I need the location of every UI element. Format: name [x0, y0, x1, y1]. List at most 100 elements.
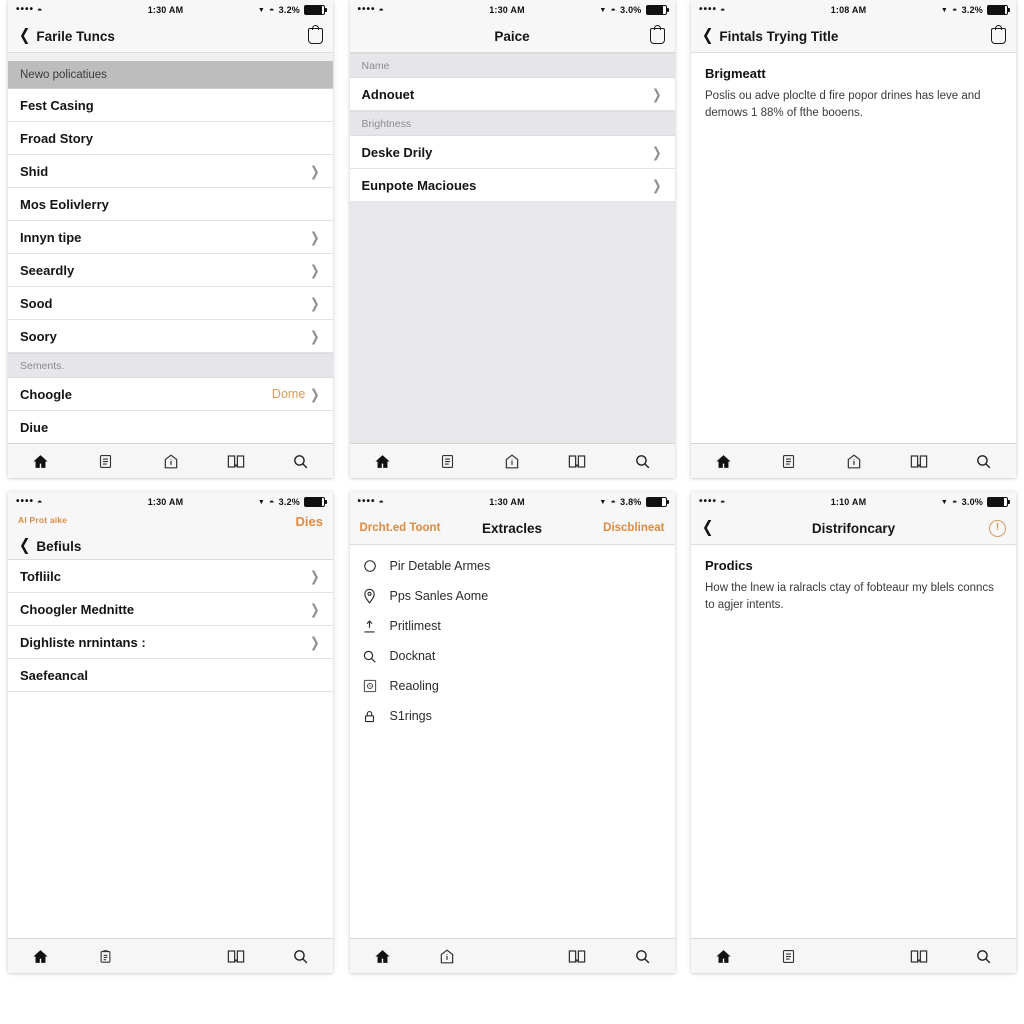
list-item[interactable]: Tofliilc ❯: [8, 560, 333, 593]
bag-button[interactable]: [649, 25, 665, 44]
list-item[interactable]: Docknat: [349, 641, 675, 671]
tab-bar: [8, 938, 333, 973]
chevron-down-icon: ▼: [257, 498, 266, 506]
page-title: Fintals Trying Title: [719, 28, 839, 44]
book-tab[interactable]: [203, 949, 268, 964]
cancel-button[interactable]: Drcht.ed Toont: [360, 522, 441, 534]
list-item[interactable]: Fest Casing: [8, 89, 333, 122]
list-item[interactable]: Mos Eolivlerry: [8, 188, 333, 221]
info-tab[interactable]: [415, 948, 480, 965]
book-tab[interactable]: [886, 454, 951, 469]
list-item[interactable]: Pir Detable Armes: [349, 551, 675, 581]
list-item[interactable]: Adnouet ❯: [349, 78, 675, 111]
list-item[interactable]: Pps Sanles Aome: [349, 581, 675, 611]
info-tab[interactable]: [480, 453, 545, 470]
status-left: •••• ◓: [699, 497, 789, 507]
nav-bar: ❮ Distrifoncary !: [691, 512, 1016, 545]
list-item[interactable]: Shid ❯: [8, 155, 333, 188]
list-item-label: Pritlimest: [389, 619, 441, 633]
search-tab[interactable]: [951, 453, 1016, 470]
status-left: •••• ◓: [358, 497, 448, 507]
circle-info-icon: !: [989, 519, 1006, 537]
list-item[interactable]: S1rings: [349, 701, 675, 731]
back-button[interactable]: ❮: [701, 520, 714, 536]
home-tab[interactable]: [350, 453, 415, 470]
content-area: Brigmeatt Poslis ou adve ploclte d fire …: [691, 53, 1016, 443]
list-item[interactable]: Saefeancal: [8, 659, 333, 692]
search-tab[interactable]: [268, 453, 333, 470]
back-button[interactable]: ❮ Befiuls: [18, 538, 81, 554]
status-time: 1:30 AM: [489, 497, 525, 507]
confirm-button[interactable]: Discblineat: [603, 522, 664, 534]
done-button[interactable]: Dies: [296, 514, 323, 529]
info-tab[interactable]: [138, 453, 203, 470]
bag-button[interactable]: [991, 25, 1006, 44]
phone-screen-1: •••• ◓ 1:30 AM ▼ ◓ 3.2% ❮ Farile Tuncs N…: [8, 0, 333, 478]
status-left: •••• ◓: [16, 497, 106, 507]
list-item[interactable]: Sood ❯: [8, 287, 333, 320]
battery-icon: [304, 497, 327, 507]
back-button[interactable]: ❮ Farile Tuncs: [18, 28, 115, 44]
status-right: ▼ ◓ 3.0%: [567, 5, 669, 15]
list-item-label: Diue: [20, 419, 49, 435]
list-item[interactable]: Seeardly ❯: [8, 254, 333, 287]
search-tab[interactable]: [268, 948, 333, 965]
home-tab[interactable]: [8, 453, 73, 470]
list-item-label: Eunpote Macioues: [361, 177, 477, 193]
tab-bar: [691, 938, 1016, 973]
chevron-right-icon: ❯: [310, 162, 320, 179]
book-tab[interactable]: [886, 949, 951, 964]
screenshot-grid: •••• ◓ 1:30 AM ▼ ◓ 3.2% ❮ Farile Tuncs N…: [0, 0, 1024, 1024]
search-tab[interactable]: [951, 948, 1016, 965]
home-tab[interactable]: [691, 453, 756, 470]
page-title: Paice: [494, 28, 530, 44]
list-item-label: Reaoling: [389, 679, 439, 693]
search-tab[interactable]: [610, 948, 675, 965]
article-body: How the lnew ia ralracls ctay of fobteau…: [705, 582, 994, 611]
list-item[interactable]: Deske Drily ❯: [349, 136, 675, 169]
list-item[interactable]: Innyn tipe ❯: [8, 221, 333, 254]
chevron-right-icon: ❯: [310, 385, 320, 402]
book-tab[interactable]: [545, 454, 610, 469]
home-tab[interactable]: [8, 948, 73, 965]
bag-button[interactable]: [308, 25, 323, 44]
book-tab[interactable]: [545, 949, 610, 964]
status-bar: •••• ◓ 1:30 AM ▼ ◓ 3.2%: [8, 0, 333, 20]
chevron-right-icon: ❯: [310, 327, 320, 344]
phone-screen-6: •••• ◓ 1:10 AM ▼ ◓ 3.0% ❮ Distrifoncary …: [691, 492, 1016, 973]
list-tab[interactable]: [415, 453, 480, 470]
list-item[interactable]: Reaoling: [349, 671, 675, 701]
list-item[interactable]: Dighliste nrnintans : ❯: [8, 626, 333, 659]
list-item[interactable]: Diue: [8, 411, 333, 443]
info-tab[interactable]: [821, 453, 886, 470]
list-item[interactable]: Soory ❯: [8, 320, 333, 353]
wifi-icon: ◓: [378, 4, 385, 15]
list-item[interactable]: Choogle Dome ❯: [8, 378, 333, 411]
info-button[interactable]: !: [989, 519, 1006, 537]
list-tab[interactable]: [756, 948, 821, 965]
list-tab[interactable]: [756, 453, 821, 470]
status-bar: •••• ◓ 1:30 AM ▼ ◓ 3.0%: [349, 0, 675, 20]
list-item-label: Mos Eolivlerry: [20, 196, 109, 212]
back-button[interactable]: ❮ Fintals Trying Title: [701, 28, 838, 44]
home-tab[interactable]: [691, 948, 756, 965]
content-area: Pir Detable Armes Pps Sanles Aome Pritli…: [349, 545, 675, 938]
book-tab[interactable]: [203, 454, 268, 469]
list-tab[interactable]: [73, 453, 138, 470]
home-tab[interactable]: [350, 948, 415, 965]
page-title: Befiuls: [36, 538, 82, 554]
search-tab[interactable]: [610, 453, 675, 470]
list-item[interactable]: Eunpote Macioues ❯: [349, 169, 675, 202]
list-tab[interactable]: [73, 948, 138, 965]
battery-icon: [987, 497, 1010, 507]
list-item[interactable]: Froad Story: [8, 122, 333, 155]
list-item[interactable]: Choogler Mednitte ❯: [8, 593, 333, 626]
lock-icon: [362, 708, 378, 724]
list-item-label: Seeardly: [20, 262, 75, 278]
nav-bar: ❮ Fintals Trying Title: [691, 20, 1016, 53]
cell-2: •••• ◓ 1:30 AM ▼ ◓ 3.0% Paice Name Adnou…: [341, 0, 683, 492]
content-area: Prodics How the lnew ia ralracls ctay of…: [691, 545, 1016, 938]
article-body: Poslis ou adve ploclte d fire popor drin…: [705, 90, 981, 119]
battery-icon: [987, 5, 1010, 15]
list-item[interactable]: Pritlimest: [349, 611, 675, 641]
